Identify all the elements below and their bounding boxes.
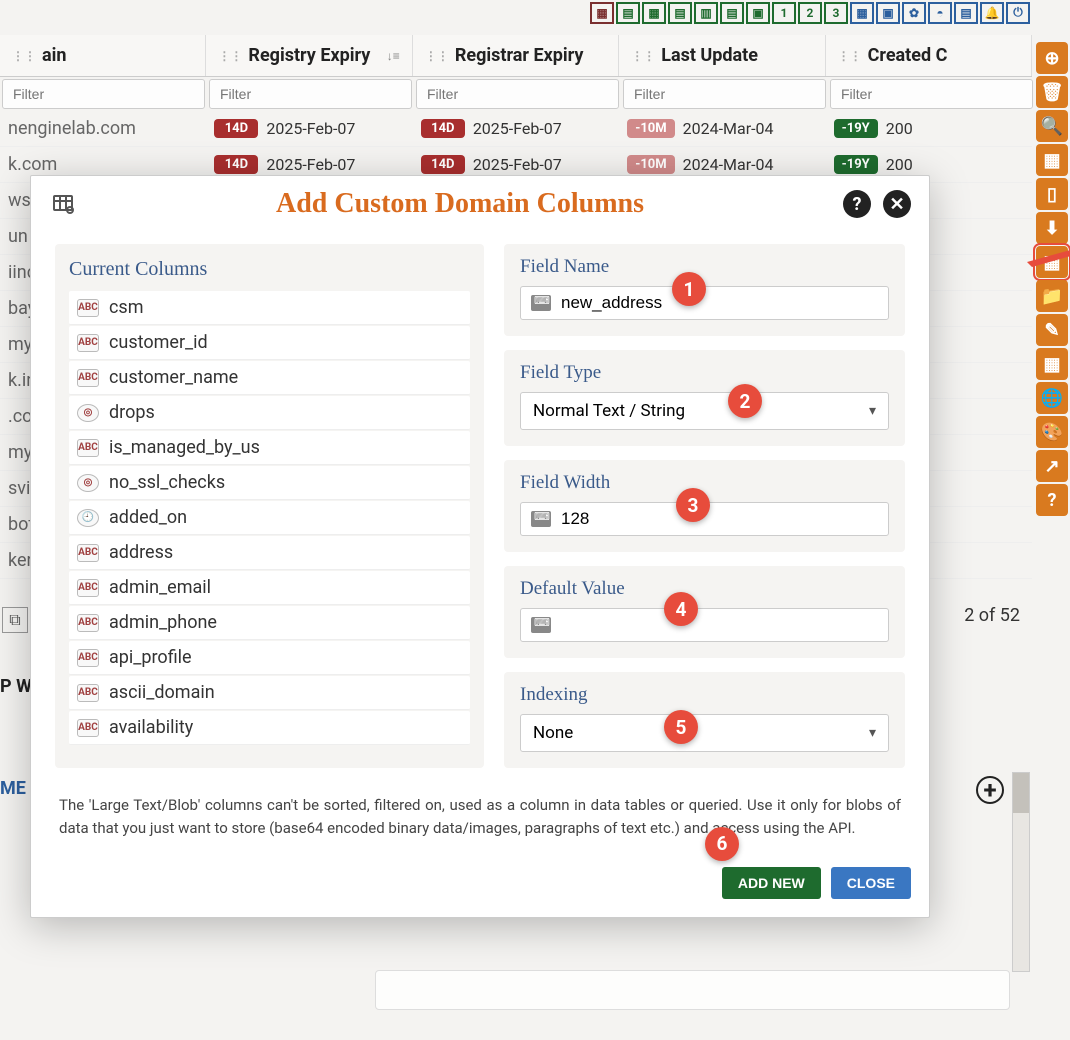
text-type-icon: ABC (77, 719, 99, 737)
column-list-item[interactable]: ABC customer_name (69, 361, 470, 395)
annotation-6: 6 (705, 827, 739, 861)
text-type-icon: ABC (77, 649, 99, 667)
column-list-item[interactable]: ABC is_managed_by_us (69, 431, 470, 465)
target-icon: ◎ (77, 404, 99, 422)
annotation-1: 1 (672, 272, 706, 306)
columns-icon (49, 190, 77, 218)
field-type-label: Field Type (520, 362, 889, 384)
column-list-item[interactable]: ◎ no_ssl_checks (69, 466, 470, 500)
column-list-item[interactable]: ABC availability (69, 711, 470, 745)
text-type-icon: ABC (77, 684, 99, 702)
column-list-item[interactable]: ABC ascii_domain (69, 676, 470, 710)
add-new-button[interactable]: ADD NEW (722, 867, 821, 899)
field-width-input[interactable] (561, 509, 878, 529)
column-name: added_on (109, 507, 187, 528)
clock-icon: 🕘 (77, 509, 99, 527)
modal-close-icon[interactable]: ✕ (883, 190, 911, 218)
column-name: availability (109, 717, 193, 738)
column-name: customer_id (109, 332, 208, 353)
field-name-input[interactable] (561, 293, 878, 313)
field-type-select[interactable]: Normal Text / String ▾ (520, 392, 889, 430)
column-list-item[interactable]: ◎ drops (69, 396, 470, 430)
text-type-icon: ABC (77, 614, 99, 632)
column-name: no_ssl_checks (109, 472, 225, 493)
default-value-input[interactable] (561, 615, 878, 635)
column-name: drops (109, 402, 155, 423)
modal-note: The 'Large Text/Blob' columns can't be s… (31, 780, 929, 855)
indexing-select[interactable]: None ▾ (520, 714, 889, 752)
column-name: address (109, 542, 173, 563)
indexing-value: None (533, 723, 573, 743)
annotation-2: 2 (728, 384, 762, 418)
keyboard-icon (531, 295, 551, 311)
text-type-icon: ABC (77, 369, 99, 387)
column-list-item[interactable]: ABC admin_email (69, 571, 470, 605)
keyboard-icon (531, 511, 551, 527)
chevron-down-icon: ▾ (869, 725, 876, 741)
column-list-item[interactable]: ABC address (69, 536, 470, 570)
column-name: is_managed_by_us (109, 437, 260, 458)
current-columns-heading: Current Columns (69, 258, 470, 281)
column-list-item[interactable]: ABC admin_phone (69, 606, 470, 640)
text-type-icon: ABC (77, 334, 99, 352)
column-name: ascii_domain (109, 682, 215, 703)
column-list-item[interactable]: ABC customer_id (69, 326, 470, 360)
column-name: api_profile (109, 647, 192, 668)
modal-help-icon[interactable]: ? (843, 190, 871, 218)
text-type-icon: ABC (77, 544, 99, 562)
column-name: admin_email (109, 577, 211, 598)
indexing-label: Indexing (520, 684, 889, 706)
default-value-label: Default Value (520, 578, 889, 600)
column-name: customer_name (109, 367, 238, 388)
custom-columns-modal: Add Custom Domain Columns ? ✕ Current Co… (30, 175, 930, 918)
modal-title: Add Custom Domain Columns (89, 188, 831, 220)
text-type-icon: ABC (77, 299, 99, 317)
annotation-4: 4 (664, 592, 698, 626)
field-name-label: Field Name (520, 256, 889, 278)
column-list-item[interactable]: ABC csm (69, 291, 470, 325)
chevron-down-icon: ▾ (869, 403, 876, 419)
annotation-5: 5 (664, 710, 698, 744)
field-width-label: Field Width (520, 472, 889, 494)
close-button[interactable]: CLOSE (831, 867, 911, 899)
modal-overlay: Add Custom Domain Columns ? ✕ Current Co… (0, 0, 1070, 1040)
column-list-item[interactable]: ABC api_profile (69, 641, 470, 675)
column-name: csm (109, 297, 144, 318)
field-type-value: Normal Text / String (533, 401, 685, 421)
annotation-3: 3 (676, 488, 710, 522)
column-list-item[interactable]: 🕘 added_on (69, 501, 470, 535)
column-name: admin_phone (109, 612, 217, 633)
keyboard-icon (531, 617, 551, 633)
target-icon: ◎ (77, 474, 99, 492)
text-type-icon: ABC (77, 439, 99, 457)
text-type-icon: ABC (77, 579, 99, 597)
